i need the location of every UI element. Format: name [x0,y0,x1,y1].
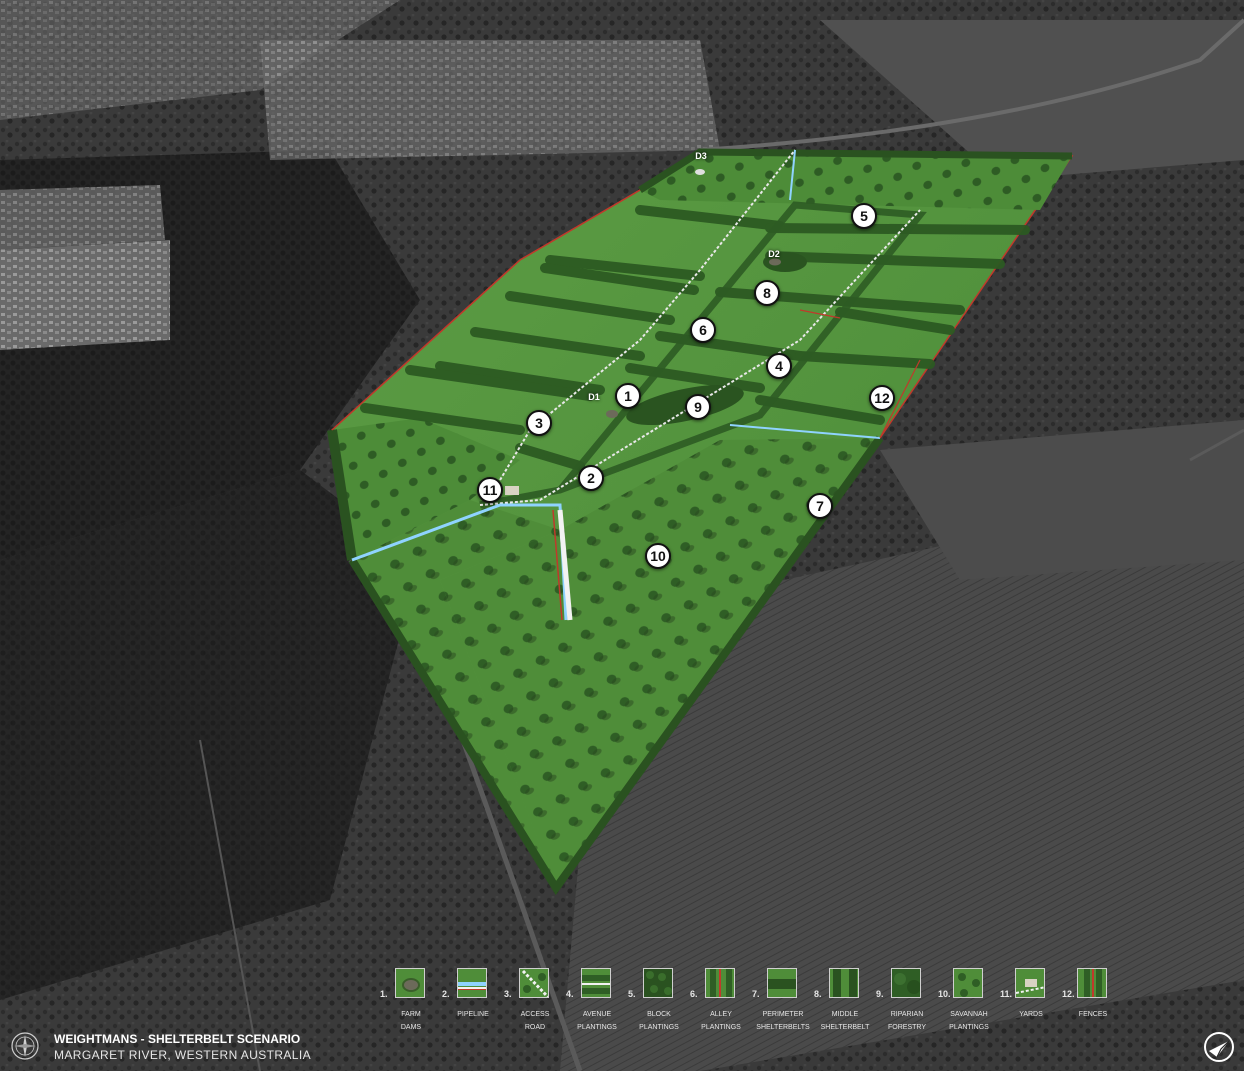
aerial-map [0,0,1244,1071]
legend-label: AVENUE PLANTINGS [577,1011,617,1031]
legend-item-perimeter-shelterbelts: 7. PERIMETER SHELTERBELTS [752,968,814,1036]
map-marker-8[interactable]: 8 [754,280,780,306]
map-marker-3[interactable]: 3 [526,410,552,436]
legend-item-alley-plantings: 6. ALLEY PLANTINGS [690,968,752,1036]
legend-label: PERIMETER SHELTERBELTS [756,1011,810,1031]
legend-number: 8. [814,989,822,999]
compass-logo-icon [11,1032,39,1060]
legend-item-middle-shelterbelt: 8. MIDDLE SHELTERBELT [814,968,876,1036]
avenue-plantings-swatch-icon [581,968,611,998]
dam-label-d1: D1 [588,392,600,402]
legend: 1. FARM DAMS 2. PIPELINE 3. ACCESS ROAD 4. AVEN… [380,968,1110,1038]
legend-number: 9. [876,989,884,999]
legend-item-access-road: 3. ACCESS ROAD [504,968,566,1036]
perimeter-shelterbelts-swatch-icon [767,968,797,998]
title-block: WEIGHTMANS - SHELTERBELT SCENARIO MARGAR… [10,1028,312,1066]
map-marker-7[interactable]: 7 [807,493,833,519]
alley-plantings-swatch-icon [705,968,735,998]
access-road-swatch-icon [519,968,549,998]
legend-label: SAVANNAH PLANTINGS [949,1011,989,1031]
map-marker-10[interactable]: 10 [645,543,671,569]
legend-number: 11. [1000,989,1013,999]
riparian-forestry-swatch-icon [891,968,921,998]
legend-number: 1. [380,989,388,999]
legend-number: 2. [442,989,450,999]
dam-label-d2: D2 [768,249,780,259]
map-marker-12[interactable]: 12 [869,385,895,411]
legend-label: YARDS [1019,1011,1043,1018]
map-marker-6[interactable]: 6 [690,317,716,343]
map-subtitle: MARGARET RIVER, WESTERN AUSTRALIA [54,1048,312,1062]
legend-item-block-plantings: 5. BLOCK PLANTINGS [628,968,690,1036]
map-marker-1[interactable]: 1 [615,383,641,409]
legend-item-savannah-plantings: 10. SAVANNAH PLANTINGS [938,968,1000,1036]
legend-label: ACCESS ROAD [520,1011,550,1031]
legend-item-pipeline: 2. PIPELINE [442,968,504,1036]
yards-swatch-icon [1015,968,1045,998]
map-marker-11[interactable]: 11 [477,477,503,503]
middle-shelterbelt-swatch-icon [829,968,859,998]
legend-number: 12. [1062,989,1075,999]
map-marker-5[interactable]: 5 [851,203,877,229]
north-arrow-icon [1204,1032,1234,1062]
dam-label-d3: D3 [695,151,707,161]
legend-number: 5. [628,989,636,999]
map-marker-9[interactable]: 9 [685,394,711,420]
legend-number: 3. [504,989,512,999]
block-plantings-swatch-icon [643,968,673,998]
legend-label: RIPARIAN FORESTRY [888,1011,926,1031]
legend-item-yards: 11. YARDS [1000,968,1062,1036]
legend-item-riparian-forestry: 9. RIPARIAN FORESTRY [876,968,938,1036]
map-marker-4[interactable]: 4 [766,353,792,379]
legend-label: FARM DAMS [400,1011,422,1031]
farm-dams-swatch-icon [395,968,425,998]
legend-label: ALLEY PLANTINGS [701,1011,741,1031]
map-marker-2[interactable]: 2 [578,465,604,491]
savannah-plantings-swatch-icon [953,968,983,998]
legend-label: PIPELINE [457,1011,489,1018]
legend-number: 4. [566,989,574,999]
legend-label: FENCES [1078,1011,1108,1018]
map-title: WEIGHTMANS - SHELTERBELT SCENARIO [54,1032,301,1046]
legend-number: 7. [752,989,760,999]
legend-label: MIDDLE SHELTERBELT [820,1011,870,1031]
fences-swatch-icon [1077,968,1107,998]
legend-number: 6. [690,989,698,999]
map-scene: 1 2 3 4 5 6 7 8 9 10 11 12 D1 D2 D3 1. FA… [0,0,1244,1071]
legend-number: 10. [938,989,951,999]
legend-item-fences: 12. FENCES [1062,968,1124,1036]
legend-label: BLOCK PLANTINGS [639,1011,679,1031]
pipeline-swatch-icon [457,968,487,998]
legend-item-farm-dams: 1. FARM DAMS [380,968,442,1036]
legend-item-avenue-plantings: 4. AVENUE PLANTINGS [566,968,628,1036]
